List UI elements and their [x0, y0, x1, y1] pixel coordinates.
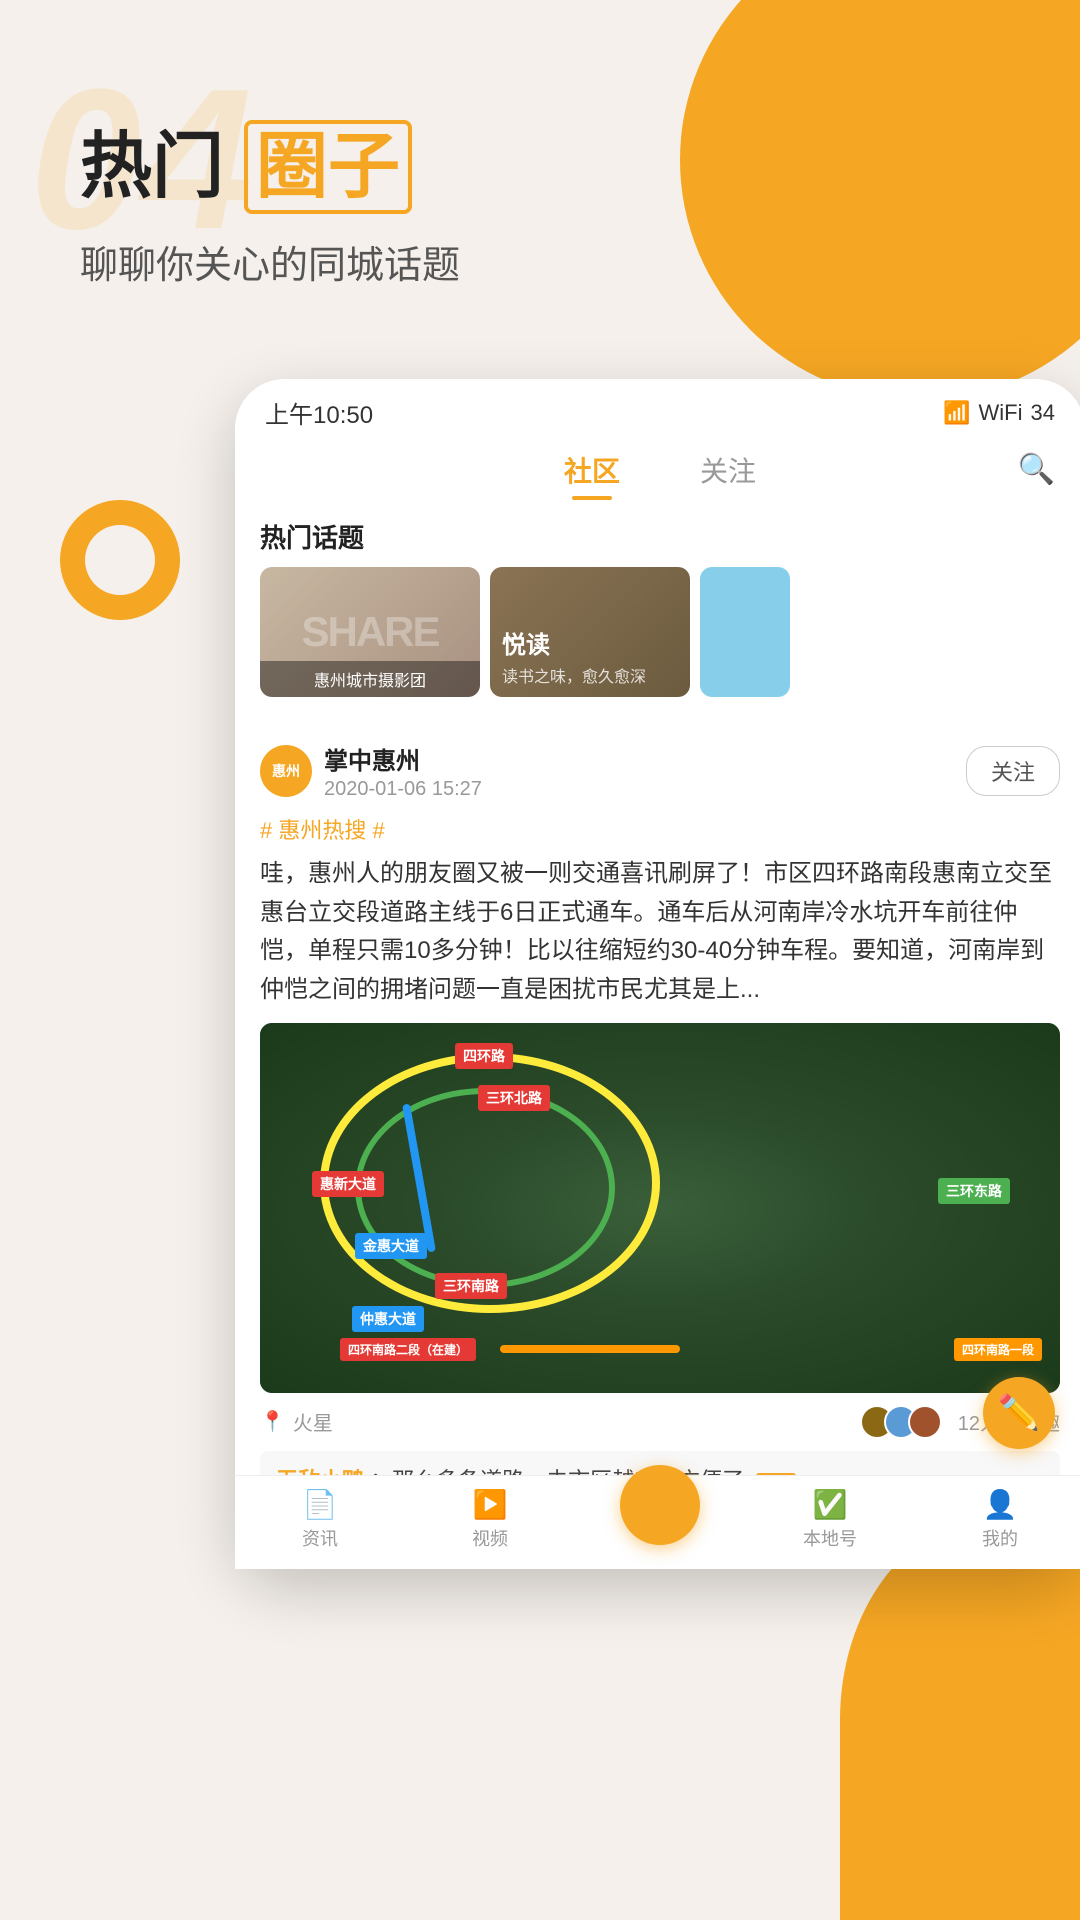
post-time: 2020-01-06 15:27 [324, 778, 966, 801]
news-label: 资讯 [302, 1525, 338, 1551]
fab-button[interactable]: ✏️ [983, 1377, 1055, 1449]
search-icon[interactable]: 🔍 [1018, 452, 1055, 487]
map-label-6: 三环南路 [435, 1273, 507, 1299]
map-label-4: 三环东路 [938, 1178, 1010, 1204]
post-section: 惠州 掌中惠州 2020-01-06 15:27 关注 # 惠州热搜 # 哇，惠… [235, 725, 1080, 1569]
map-road-orange [500, 1345, 680, 1353]
bottom-nav: 📄 资讯 ▶️ 视频 ⊟ 房客 ✅ 本地号 👤 我的 [235, 1475, 1080, 1569]
post-header: 惠州 掌中惠州 2020-01-06 15:27 关注 [260, 741, 1060, 801]
topics-row: SHARE 惠州城市摄影团 悦读 读书之味，愈久愈深 [235, 567, 1080, 713]
mine-label: 我的 [982, 1525, 1018, 1551]
location-text: 火星 [293, 1407, 333, 1436]
post-footer: 📍 火星 12人感兴趣 [260, 1405, 1060, 1439]
interested-avatars [860, 1405, 942, 1439]
nav-item-local[interactable]: ✅ 本地号 [745, 1488, 915, 1551]
title-highlight: 圈子 [244, 120, 412, 214]
mine-icon: 👤 [983, 1488, 1018, 1521]
header-title: 热门 圈子 [80, 120, 1000, 214]
map-label-8: 四环南路二段（在建） [340, 1338, 476, 1361]
title-part1: 热门 [80, 127, 224, 207]
post-tags: # 惠州热搜 # [260, 813, 1060, 845]
local-label: 本地号 [803, 1525, 857, 1551]
header-subtitle: 聊聊你关心的同城话题 [80, 234, 1000, 289]
status-icons: 📶 WiFi 34 [943, 400, 1055, 426]
topic-share-label: 惠州城市摄影团 [260, 661, 480, 697]
orange-ring-decoration [60, 500, 180, 620]
fab-edit-icon: ✏️ [998, 1393, 1040, 1433]
topic-read-sub: 读书之味，愈久愈深 [502, 663, 646, 687]
map-label-3: 惠新大道 [312, 1171, 384, 1197]
battery-indicator: 34 [1031, 400, 1055, 426]
phone-mockup: 上午10:50 📶 WiFi 34 社区 关注 🔍 热门话题 SHARE 惠州城… [235, 379, 1080, 1569]
avatar-3 [908, 1405, 942, 1439]
signal-icon: 📶 [943, 400, 970, 426]
bg-decoration-bottom [840, 1520, 1080, 1920]
topic-card-share[interactable]: SHARE 惠州城市摄影团 [260, 567, 480, 697]
header-section: 热门 圈子 聊聊你关心的同城话题 [0, 0, 1080, 349]
video-icon: ▶️ [473, 1488, 508, 1521]
community-nav-label: 房客 [644, 1510, 676, 1534]
news-icon: 📄 [303, 1488, 338, 1521]
map-label-1: 四环路 [455, 1043, 513, 1069]
nav-center-community-btn[interactable]: ⊟ 房客 [620, 1465, 700, 1545]
hot-topics-title: 热门话题 [235, 500, 1080, 567]
post-content: 哇，惠州人的朋友圈又被一则交通喜讯刷屏了！市区四环路南段惠南立交至惠台立交段道路… [260, 855, 1060, 1009]
topic-card-extra[interactable] [700, 567, 790, 697]
topic-read-title: 悦读 [502, 625, 550, 660]
location-pin-icon: 📍 [260, 1409, 285, 1434]
nav-item-community[interactable]: ⊟ 房客 [575, 1495, 745, 1545]
tab-community[interactable]: 社区 [564, 450, 620, 500]
community-icon: ⊟ [647, 1475, 672, 1510]
map-label-2: 三环北路 [478, 1085, 550, 1111]
video-label: 视频 [472, 1525, 508, 1551]
nav-item-news[interactable]: 📄 资讯 [235, 1488, 405, 1551]
nav-tabs: 社区 关注 🔍 [235, 440, 1080, 500]
status-bar: 上午10:50 📶 WiFi 34 [235, 379, 1080, 440]
phone-frame: 上午10:50 📶 WiFi 34 社区 关注 🔍 热门话题 SHARE 惠州城… [235, 379, 1080, 1569]
nav-item-video[interactable]: ▶️ 视频 [405, 1488, 575, 1551]
post-avatar: 惠州 [260, 745, 312, 797]
post-author: 掌中惠州 [324, 741, 966, 776]
map-label-9: 四环南路一段 [954, 1338, 1042, 1361]
topic-card-read[interactable]: 悦读 读书之味，愈久愈深 [490, 567, 690, 697]
map-label-5: 金惠大道 [355, 1233, 427, 1259]
post-info: 掌中惠州 2020-01-06 15:27 [324, 741, 966, 801]
map-label-7: 仲惠大道 [352, 1306, 424, 1332]
follow-button[interactable]: 关注 [966, 746, 1060, 796]
map-image: 四环路 三环北路 惠新大道 三环东路 金惠大道 三环南路 仲惠大道 四环南路二段… [260, 1023, 1060, 1393]
map-background: 四环路 三环北路 惠新大道 三环东路 金惠大道 三环南路 仲惠大道 四环南路二段… [260, 1023, 1060, 1393]
tab-follow[interactable]: 关注 [700, 450, 756, 500]
avatar-text: 惠州 [272, 761, 300, 781]
local-icon: ✅ [813, 1488, 848, 1521]
topic-share-text: SHARE [301, 608, 438, 656]
wifi-icon: WiFi [979, 400, 1023, 426]
status-time: 上午10:50 [265, 395, 373, 430]
nav-item-mine[interactable]: 👤 我的 [915, 1488, 1080, 1551]
